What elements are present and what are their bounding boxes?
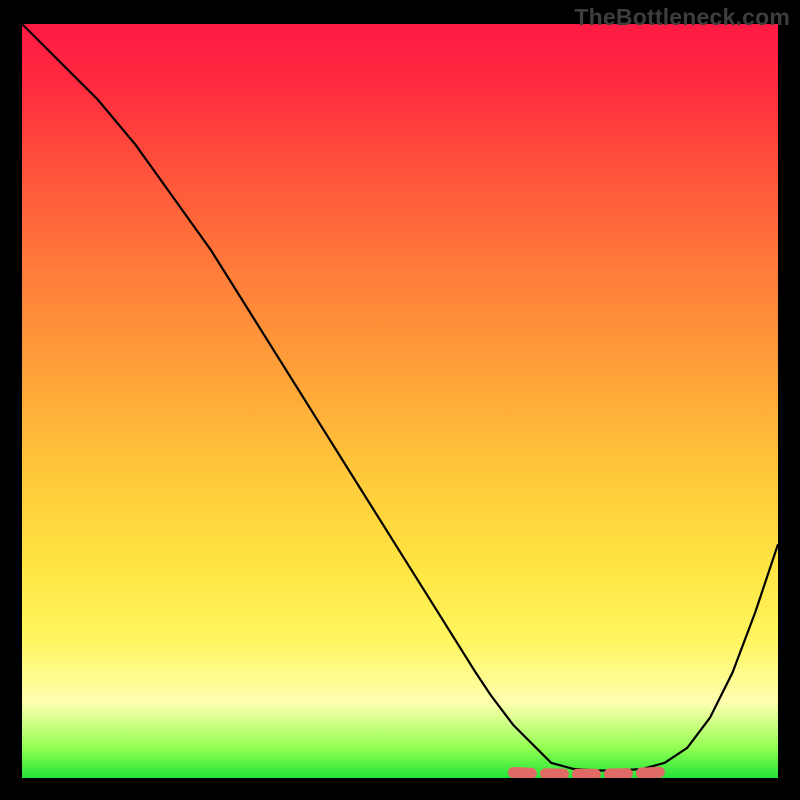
bottleneck-curve [22, 24, 778, 771]
watermark-text: TheBottleneck.com [574, 4, 790, 31]
chart-svg [22, 24, 778, 778]
optimal-zone-highlight [513, 772, 672, 775]
chart-frame [22, 24, 778, 778]
